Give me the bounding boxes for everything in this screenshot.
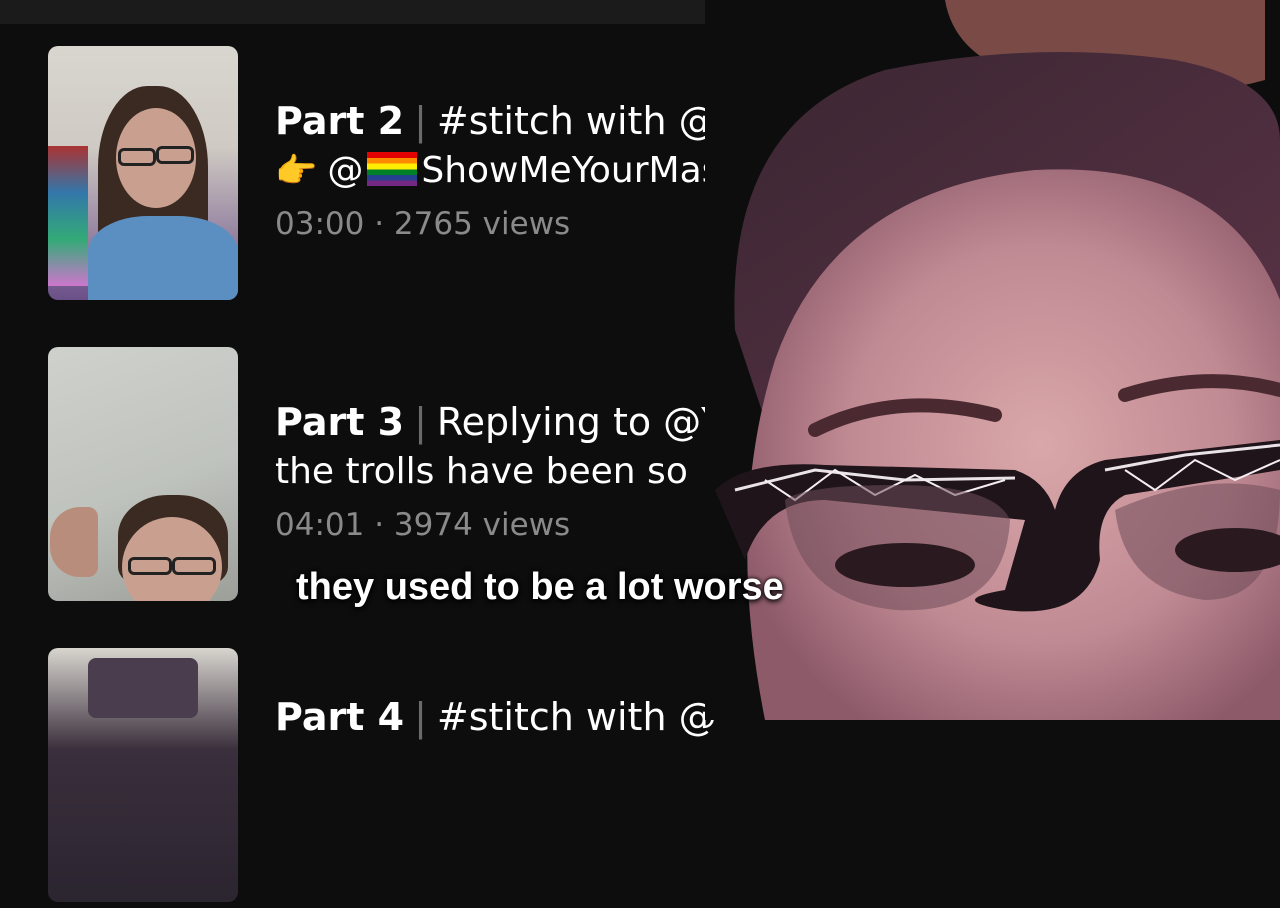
caption-subtitle: they used to be a lot worse bbox=[296, 566, 784, 608]
video-thumbnail[interactable] bbox=[48, 46, 238, 300]
person-face-image bbox=[705, 0, 1280, 720]
video-thumbnail[interactable] bbox=[48, 347, 238, 601]
video-thumbnail[interactable] bbox=[48, 648, 238, 902]
pointing-hand-icon: 👉 bbox=[275, 151, 318, 191]
rainbow-flag-icon bbox=[367, 152, 418, 186]
video-duration: 03:00 bbox=[275, 206, 365, 242]
webcam-overlay bbox=[705, 0, 1280, 720]
video-duration: 04:01 bbox=[275, 507, 365, 543]
video-views: 2765 views bbox=[393, 206, 571, 242]
video-views: 3974 views bbox=[393, 507, 571, 543]
